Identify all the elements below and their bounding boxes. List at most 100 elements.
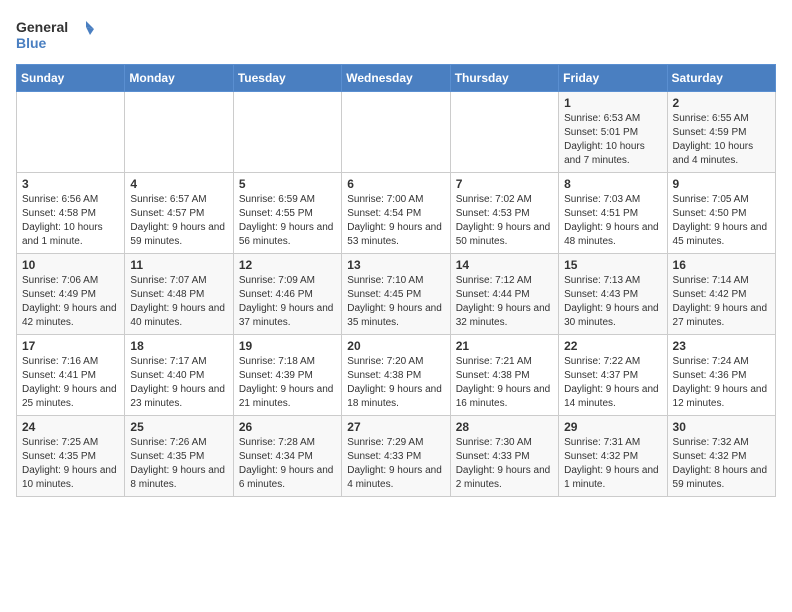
day-info: Sunrise: 7:13 AM Sunset: 4:43 PM Dayligh…: [564, 274, 662, 330]
calendar-cell: 11 Sunrise: 7:07 AM Sunset: 4:48 PM Dayli…: [125, 254, 233, 335]
calendar-cell: 3 Sunrise: 6:56 AM Sunset: 4:58 PM Daylig…: [17, 173, 125, 254]
day-number: 22: [564, 339, 662, 353]
day-number: 13: [347, 258, 445, 272]
calendar-header-row: SundayMondayTuesdayWednesdayThursdayFrid…: [17, 65, 776, 92]
calendar-cell: 21 Sunrise: 7:21 AM Sunset: 4:38 PM Dayli…: [450, 335, 558, 416]
day-info: Sunrise: 7:24 AM Sunset: 4:36 PM Dayligh…: [673, 355, 771, 411]
header-wednesday: Wednesday: [342, 65, 450, 92]
day-number: 28: [456, 420, 554, 434]
day-info: Sunrise: 7:00 AM Sunset: 4:54 PM Dayligh…: [347, 193, 445, 249]
day-number: 11: [130, 258, 228, 272]
calendar-cell: 27Sunrise: 7:29 AM Sunset: 4:33 PM Dayli…: [342, 416, 450, 497]
day-info: Sunrise: 7:07 AM Sunset: 4:48 PM Dayligh…: [130, 274, 228, 330]
week-row-3: 17Sunrise: 7:16 AM Sunset: 4:41 PM Dayli…: [17, 335, 776, 416]
day-info: Sunrise: 7:06 AM Sunset: 4:49 PM Dayligh…: [22, 274, 120, 330]
day-number: 26: [239, 420, 337, 434]
svg-text:Blue: Blue: [16, 35, 47, 51]
day-info: Sunrise: 7:32 AM Sunset: 4:32 PM Dayligh…: [673, 436, 771, 492]
day-number: 16: [673, 258, 771, 272]
calendar-cell: [17, 92, 125, 173]
logo: General Blue: [16, 16, 96, 56]
day-number: 19: [239, 339, 337, 353]
calendar-cell: [233, 92, 341, 173]
day-info: Sunrise: 7:21 AM Sunset: 4:38 PM Dayligh…: [456, 355, 554, 411]
header-sunday: Sunday: [17, 65, 125, 92]
calendar-cell: 30Sunrise: 7:32 AM Sunset: 4:32 PM Dayli…: [667, 416, 775, 497]
calendar-cell: 16 Sunrise: 7:14 AM Sunset: 4:42 PM Dayli…: [667, 254, 775, 335]
calendar-cell: 12 Sunrise: 7:09 AM Sunset: 4:46 PM Dayli…: [233, 254, 341, 335]
day-number: 1: [564, 96, 662, 110]
page-header: General Blue: [16, 16, 776, 56]
day-info: Sunrise: 7:18 AM Sunset: 4:39 PM Dayligh…: [239, 355, 337, 411]
day-number: 20: [347, 339, 445, 353]
calendar-cell: 6 Sunrise: 7:00 AM Sunset: 4:54 PM Daylig…: [342, 173, 450, 254]
day-number: 23: [673, 339, 771, 353]
day-number: 8: [564, 177, 662, 191]
day-info: Sunrise: 6:56 AM Sunset: 4:58 PM Dayligh…: [22, 193, 120, 249]
calendar-cell: [125, 92, 233, 173]
day-info: Sunrise: 7:12 AM Sunset: 4:44 PM Dayligh…: [456, 274, 554, 330]
day-info: Sunrise: 7:29 AM Sunset: 4:33 PM Dayligh…: [347, 436, 445, 492]
calendar-cell: 15Sunrise: 7:13 AM Sunset: 4:43 PM Dayli…: [559, 254, 667, 335]
calendar-cell: 5 Sunrise: 6:59 AM Sunset: 4:55 PM Daylig…: [233, 173, 341, 254]
day-info: Sunrise: 7:02 AM Sunset: 4:53 PM Dayligh…: [456, 193, 554, 249]
calendar-cell: 29 Sunrise: 7:31 AM Sunset: 4:32 PM Dayli…: [559, 416, 667, 497]
day-number: 21: [456, 339, 554, 353]
day-info: Sunrise: 6:55 AM Sunset: 4:59 PM Dayligh…: [673, 112, 771, 168]
calendar-cell: 7 Sunrise: 7:02 AM Sunset: 4:53 PM Daylig…: [450, 173, 558, 254]
calendar-cell: 25 Sunrise: 7:26 AM Sunset: 4:35 PM Dayli…: [125, 416, 233, 497]
day-number: 12: [239, 258, 337, 272]
calendar-cell: 19 Sunrise: 7:18 AM Sunset: 4:39 PM Dayli…: [233, 335, 341, 416]
calendar-cell: 22Sunrise: 7:22 AM Sunset: 4:37 PM Dayli…: [559, 335, 667, 416]
day-info: Sunrise: 6:53 AM Sunset: 5:01 PM Dayligh…: [564, 112, 662, 168]
day-number: 7: [456, 177, 554, 191]
calendar-cell: 26Sunrise: 7:28 AM Sunset: 4:34 PM Dayli…: [233, 416, 341, 497]
calendar-cell: 1 Sunrise: 6:53 AM Sunset: 5:01 PM Daylig…: [559, 92, 667, 173]
day-info: Sunrise: 7:26 AM Sunset: 4:35 PM Dayligh…: [130, 436, 228, 492]
calendar-cell: 23 Sunrise: 7:24 AM Sunset: 4:36 PM Dayli…: [667, 335, 775, 416]
day-info: Sunrise: 7:20 AM Sunset: 4:38 PM Dayligh…: [347, 355, 445, 411]
calendar-cell: 20 Sunrise: 7:20 AM Sunset: 4:38 PM Dayli…: [342, 335, 450, 416]
header-friday: Friday: [559, 65, 667, 92]
day-info: Sunrise: 7:10 AM Sunset: 4:45 PM Dayligh…: [347, 274, 445, 330]
week-row-2: 10 Sunrise: 7:06 AM Sunset: 4:49 PM Dayli…: [17, 254, 776, 335]
calendar-cell: 28 Sunrise: 7:30 AM Sunset: 4:33 PM Dayli…: [450, 416, 558, 497]
day-number: 25: [130, 420, 228, 434]
calendar-cell: 4 Sunrise: 6:57 AM Sunset: 4:57 PM Daylig…: [125, 173, 233, 254]
calendar-cell: 17Sunrise: 7:16 AM Sunset: 4:41 PM Dayli…: [17, 335, 125, 416]
day-info: Sunrise: 7:31 AM Sunset: 4:32 PM Dayligh…: [564, 436, 662, 492]
day-info: Sunrise: 7:14 AM Sunset: 4:42 PM Dayligh…: [673, 274, 771, 330]
header-tuesday: Tuesday: [233, 65, 341, 92]
svg-text:General: General: [16, 19, 68, 35]
calendar-cell: [450, 92, 558, 173]
calendar-cell: 2Sunrise: 6:55 AM Sunset: 4:59 PM Daylig…: [667, 92, 775, 173]
day-number: 3: [22, 177, 120, 191]
day-number: 18: [130, 339, 228, 353]
calendar-cell: 10 Sunrise: 7:06 AM Sunset: 4:49 PM Dayli…: [17, 254, 125, 335]
day-number: 6: [347, 177, 445, 191]
week-row-1: 3 Sunrise: 6:56 AM Sunset: 4:58 PM Daylig…: [17, 173, 776, 254]
day-number: 10: [22, 258, 120, 272]
day-info: Sunrise: 7:25 AM Sunset: 4:35 PM Dayligh…: [22, 436, 120, 492]
day-number: 24: [22, 420, 120, 434]
header-thursday: Thursday: [450, 65, 558, 92]
day-info: Sunrise: 7:09 AM Sunset: 4:46 PM Dayligh…: [239, 274, 337, 330]
day-number: 5: [239, 177, 337, 191]
day-number: 29: [564, 420, 662, 434]
logo-svg: General Blue: [16, 16, 96, 56]
header-monday: Monday: [125, 65, 233, 92]
day-info: Sunrise: 6:57 AM Sunset: 4:57 PM Dayligh…: [130, 193, 228, 249]
day-info: Sunrise: 6:59 AM Sunset: 4:55 PM Dayligh…: [239, 193, 337, 249]
day-info: Sunrise: 7:03 AM Sunset: 4:51 PM Dayligh…: [564, 193, 662, 249]
calendar-cell: 14 Sunrise: 7:12 AM Sunset: 4:44 PM Dayli…: [450, 254, 558, 335]
day-number: 14: [456, 258, 554, 272]
header-saturday: Saturday: [667, 65, 775, 92]
day-info: Sunrise: 7:05 AM Sunset: 4:50 PM Dayligh…: [673, 193, 771, 249]
day-info: Sunrise: 7:17 AM Sunset: 4:40 PM Dayligh…: [130, 355, 228, 411]
day-info: Sunrise: 7:30 AM Sunset: 4:33 PM Dayligh…: [456, 436, 554, 492]
day-info: Sunrise: 7:16 AM Sunset: 4:41 PM Dayligh…: [22, 355, 120, 411]
calendar-cell: [342, 92, 450, 173]
week-row-0: 1 Sunrise: 6:53 AM Sunset: 5:01 PM Daylig…: [17, 92, 776, 173]
day-number: 4: [130, 177, 228, 191]
calendar-cell: 8 Sunrise: 7:03 AM Sunset: 4:51 PM Daylig…: [559, 173, 667, 254]
